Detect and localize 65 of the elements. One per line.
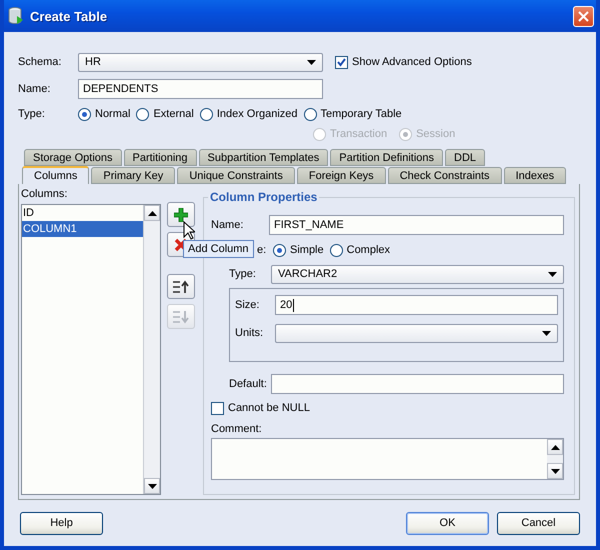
radio-option[interactable]: Simple — [273, 244, 324, 256]
list-item[interactable]: COLUMN1 — [22, 221, 143, 237]
tab[interactable]: Partitioning — [124, 149, 197, 166]
tab[interactable]: Unique Constraints — [177, 167, 295, 184]
close-button[interactable] — [573, 6, 594, 26]
add-button[interactable] — [167, 202, 195, 227]
field-label: Units: — [235, 327, 264, 339]
field-label: Size: — [235, 299, 260, 311]
radio-option[interactable]: Index Organized — [200, 108, 298, 120]
list-item[interactable]: ID — [22, 205, 143, 221]
group-title: Column Properties — [208, 190, 320, 204]
field-label: Type: — [229, 268, 257, 280]
scroll-down-icon — [148, 484, 156, 488]
type-dropdown[interactable]: VARCHAR2 — [271, 264, 564, 284]
not-null-checkbox[interactable]: Cannot be NULL — [211, 402, 310, 414]
field-label: Name: — [211, 219, 244, 231]
move-up-button[interactable] — [167, 274, 195, 299]
dialog-button[interactable]: OK — [406, 512, 489, 534]
tab[interactable]: Primary Key — [91, 167, 176, 184]
dropdown-arrow-icon — [548, 272, 557, 276]
checkmark-icon — [337, 58, 346, 66]
units-dropdown[interactable] — [275, 324, 558, 342]
radio-option[interactable]: Complex — [330, 244, 390, 256]
tab[interactable]: DDL — [445, 149, 486, 166]
field-label: Name: — [18, 83, 52, 95]
tab[interactable]: Columns — [22, 166, 90, 184]
default-field[interactable] — [271, 374, 564, 394]
schema-dropdown[interactable]: HR — [78, 52, 323, 72]
dropdown-arrow-icon — [307, 60, 316, 64]
field-label: Comment: — [211, 423, 262, 435]
move-up-icon — [172, 280, 190, 294]
dialog-button[interactable]: Cancel — [497, 512, 580, 534]
tab[interactable]: Storage Options — [24, 149, 122, 166]
tab[interactable]: Subpartition Templates — [198, 149, 328, 166]
field-label: Schema: — [18, 56, 62, 68]
tab[interactable]: Partition Definitions — [330, 149, 444, 166]
close-icon — [578, 10, 589, 22]
pointer-icon — [183, 221, 195, 240]
scroll-down-icon — [550, 468, 560, 474]
plus-icon — [174, 208, 188, 222]
dropdown-arrow-icon — [542, 330, 551, 336]
field-label: Default: — [229, 378, 265, 390]
radio-option[interactable]: Temporary Table — [304, 108, 402, 120]
size-field[interactable]: 20 — [275, 295, 558, 315]
tooltip: Add Column — [183, 240, 254, 258]
comment-field[interactable] — [211, 438, 564, 480]
scroll-up-icon — [148, 210, 156, 216]
scrollbar[interactable] — [143, 205, 160, 494]
column-name-field[interactable]: FIRST_NAME — [269, 215, 564, 235]
window-title: Create Table — [30, 8, 108, 24]
radio-option[interactable]: Normal — [78, 108, 130, 120]
tab[interactable]: Indexes — [504, 167, 566, 184]
database-icon — [8, 7, 24, 25]
tab[interactable]: Foreign Keys — [296, 167, 386, 184]
scroll-up-icon — [550, 444, 560, 450]
radio-option[interactable]: External — [136, 108, 194, 120]
tab[interactable]: Check Constraints — [388, 167, 502, 184]
move-down-icon — [172, 310, 190, 324]
show-advanced-checkbox[interactable]: Show Advanced Options — [335, 56, 472, 68]
delete-icon — [174, 238, 188, 252]
dialog-button[interactable]: Help — [20, 512, 103, 534]
field-label: Type: — [18, 108, 46, 120]
name-field[interactable]: DEPENDENTS — [78, 79, 323, 99]
field-label: e: — [257, 244, 267, 256]
list-label: Columns: — [21, 188, 68, 200]
